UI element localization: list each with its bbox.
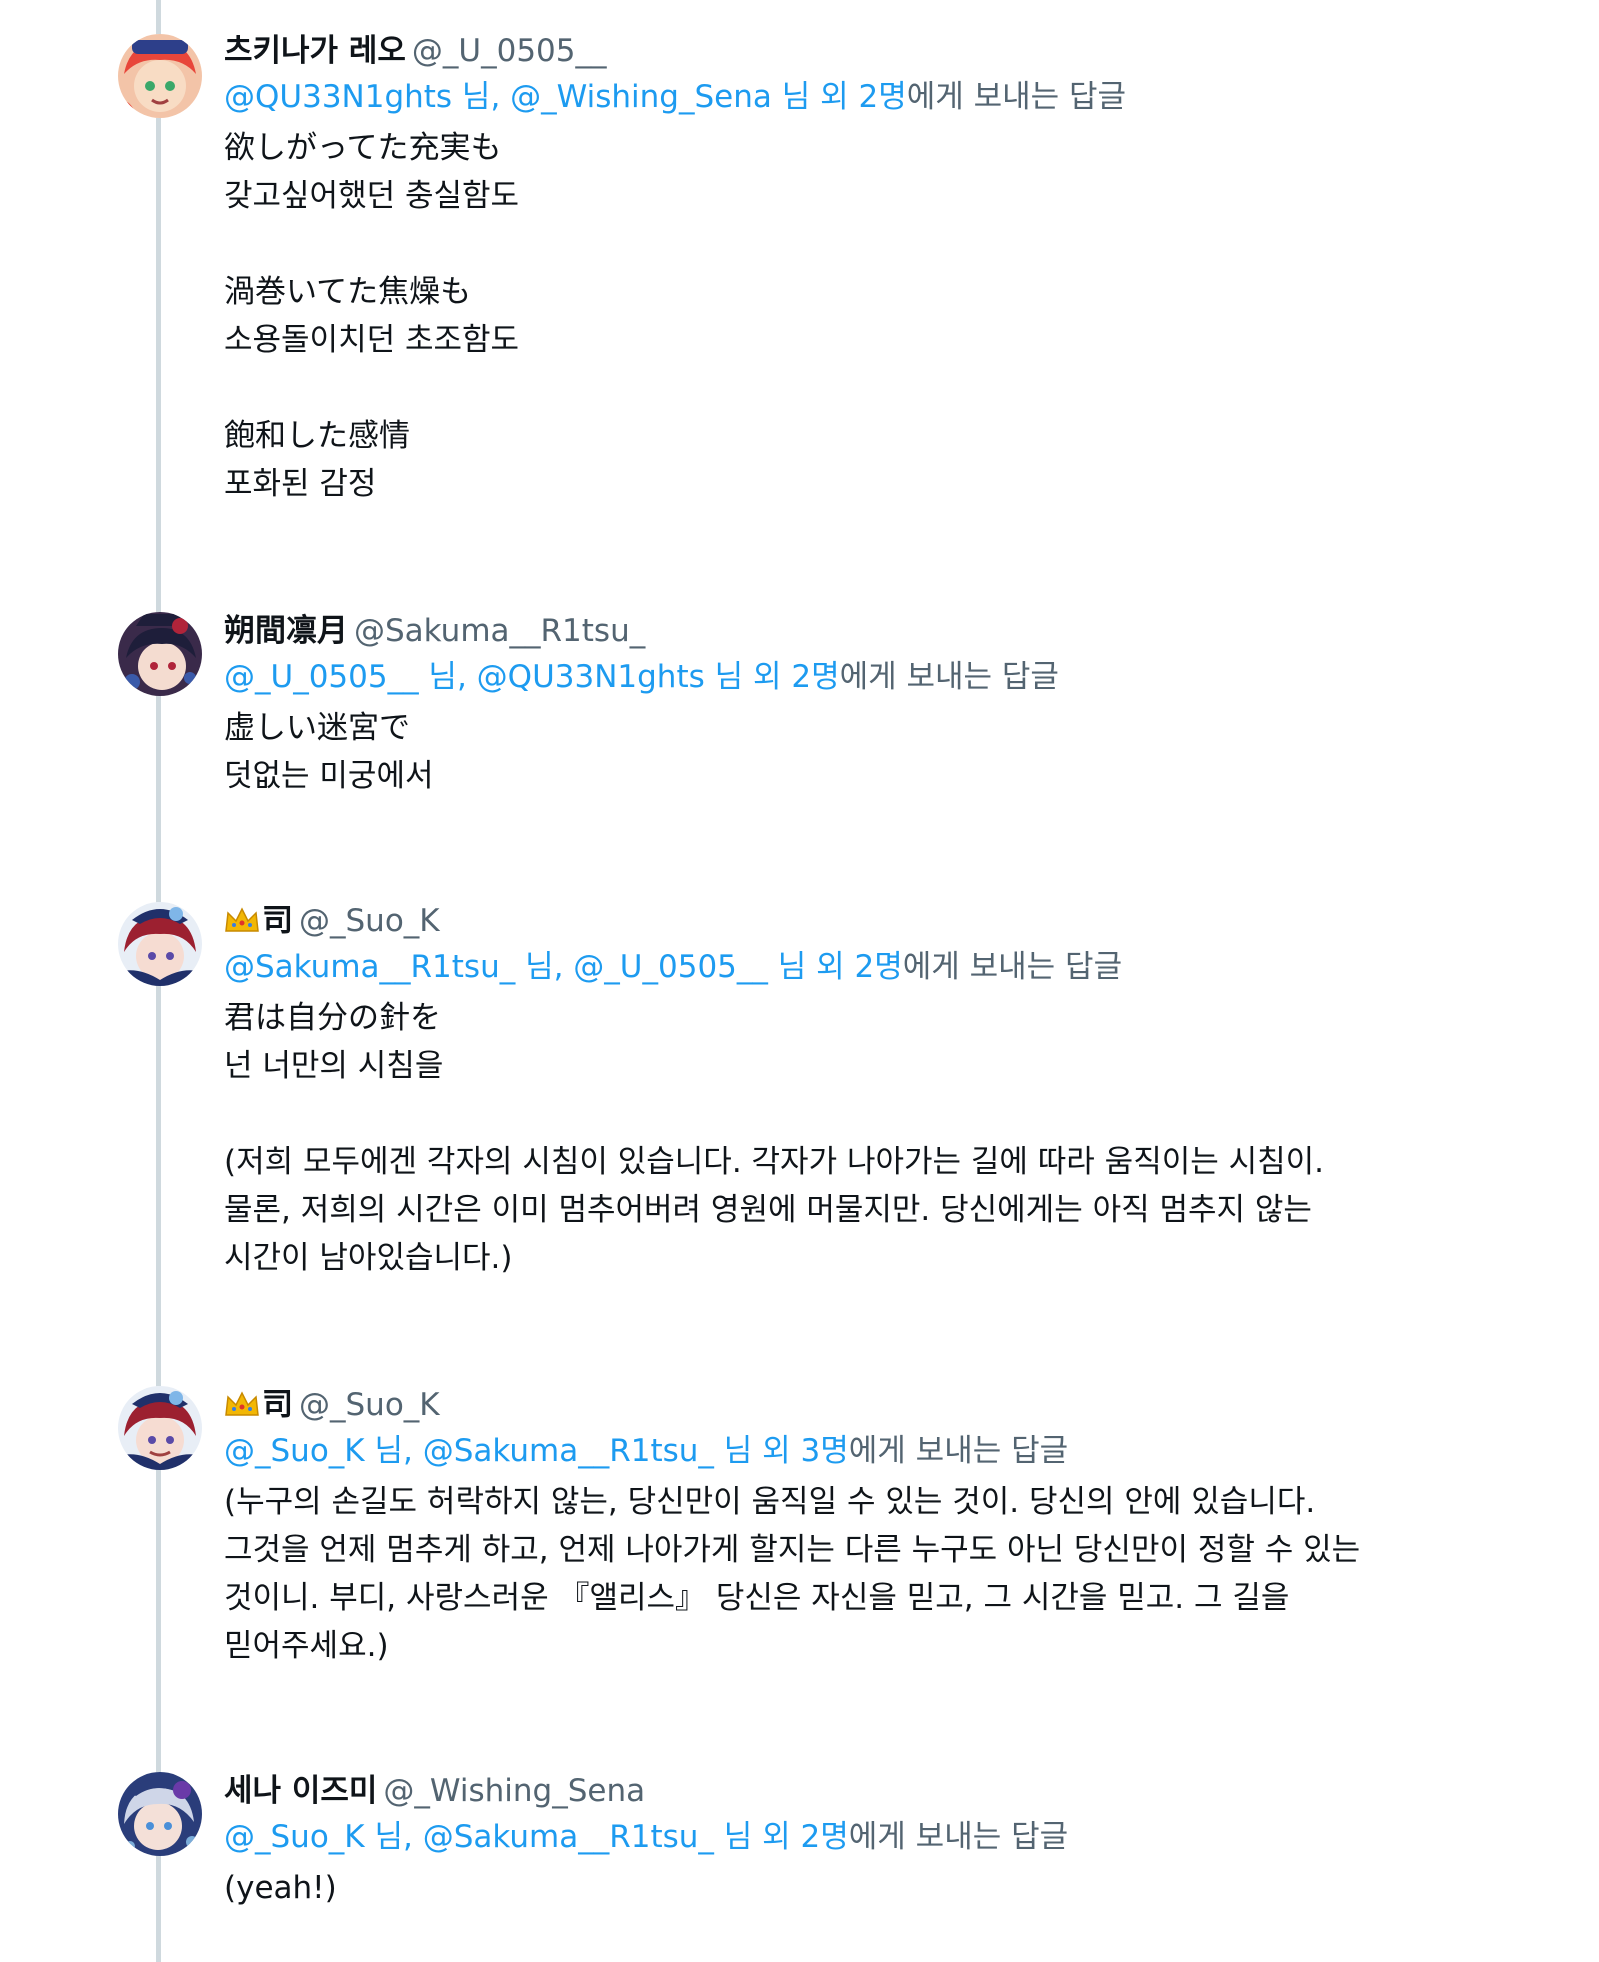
reply-mentions-link[interactable]: @_U_0505__ 님, @QU33N1ghts 님 외 2명 bbox=[224, 659, 840, 695]
reply-context: @QU33N1ghts 님, @_Wishing_Sena 님 외 2명에게 보… bbox=[224, 74, 1559, 120]
display-name[interactable]: 츠키나가 레오 bbox=[224, 33, 406, 69]
tweet-header: 朔間凛月 @Sakuma__R1tsu_ bbox=[224, 608, 1559, 654]
avatar-image bbox=[118, 34, 202, 118]
reply-mentions-link[interactable]: @QU33N1ghts 님, @_Wishing_Sena 님 외 2명 bbox=[224, 79, 907, 115]
display-name[interactable]: 朔間凛月 bbox=[224, 613, 348, 649]
reply-context: @Sakuma__R1tsu_ 님, @_U_0505__ 님 외 2명에게 보… bbox=[224, 944, 1559, 990]
reply-mentions-link[interactable]: @Sakuma__R1tsu_ 님, @_U_0505__ 님 외 2명 bbox=[224, 949, 903, 985]
reply-context: @_U_0505__ 님, @QU33N1ghts 님 외 2명에게 보내는 답… bbox=[224, 654, 1559, 700]
avatar[interactable] bbox=[118, 34, 202, 118]
reply-mentions-link[interactable]: @_Suo_K 님, @Sakuma__R1tsu_ 님 외 3명 bbox=[224, 1433, 849, 1469]
tweet-text: (yeah!) bbox=[224, 1870, 337, 1906]
avatar[interactable] bbox=[118, 1386, 202, 1470]
user-handle[interactable]: @_Suo_K bbox=[299, 1387, 440, 1423]
user-handle[interactable]: @_Suo_K bbox=[299, 903, 440, 939]
reply-context: @_Suo_K 님, @Sakuma__R1tsu_ 님 외 2명에게 보내는 … bbox=[224, 1814, 1559, 1860]
tweet-text: 欲しがってた充実も 갖고싶어했던 충실함도 渦巻いてた焦燥も 소용돌이치던 초조… bbox=[224, 130, 520, 502]
reply-context: @_Suo_K 님, @Sakuma__R1tsu_ 님 외 3명에게 보내는 … bbox=[224, 1428, 1559, 1474]
reply-suffix: 에게 보내는 답글 bbox=[839, 659, 1059, 695]
tweet-header: 司 @_Suo_K bbox=[224, 898, 1559, 944]
avatar-image bbox=[118, 902, 202, 986]
user-handle[interactable]: @_Wishing_Sena bbox=[383, 1773, 645, 1809]
user-handle[interactable]: @_U_0505__ bbox=[412, 33, 607, 69]
tweet-header: 세나 이즈미 @_Wishing_Sena bbox=[224, 1768, 1559, 1814]
tweet-text: (누구의 손길도 허락하지 않는, 당신만이 움직일 수 있는 것이. 당신의 … bbox=[224, 1484, 1361, 1664]
reply-mentions-link[interactable]: @_Suo_K 님, @Sakuma__R1tsu_ 님 외 2명 bbox=[224, 1819, 849, 1855]
crown-icon bbox=[224, 1386, 260, 1432]
tweet-text: 君は自分の針を 넌 너만의 시침을 (저희 모두에겐 각자의 시침이 있습니다.… bbox=[224, 1000, 1325, 1276]
avatar[interactable] bbox=[118, 902, 202, 986]
tweet-text: 虚しい迷宮で 덧없는 미궁에서 bbox=[224, 710, 434, 794]
reply-suffix: 에게 보내는 답글 bbox=[906, 79, 1127, 115]
avatar-image bbox=[118, 612, 202, 696]
user-handle[interactable]: @Sakuma__R1tsu_ bbox=[354, 613, 645, 649]
reply-suffix: 에게 보내는 답글 bbox=[848, 1819, 1069, 1855]
display-name[interactable]: 세나 이즈미 bbox=[224, 1773, 377, 1809]
avatar[interactable] bbox=[118, 612, 202, 696]
avatar-image bbox=[118, 1772, 202, 1856]
reply-suffix: 에게 보내는 답글 bbox=[902, 949, 1123, 985]
tweet-header: 司 @_Suo_K bbox=[224, 1382, 1559, 1428]
reply-suffix: 에게 보내는 답글 bbox=[848, 1433, 1069, 1469]
crown-icon bbox=[224, 902, 260, 948]
tweet-header: 츠키나가 레오 @_U_0505__ bbox=[224, 28, 1559, 74]
avatar-image bbox=[118, 1386, 202, 1470]
avatar[interactable] bbox=[118, 1772, 202, 1856]
display-name[interactable]: 司 bbox=[262, 1387, 293, 1423]
display-name[interactable]: 司 bbox=[262, 903, 293, 939]
